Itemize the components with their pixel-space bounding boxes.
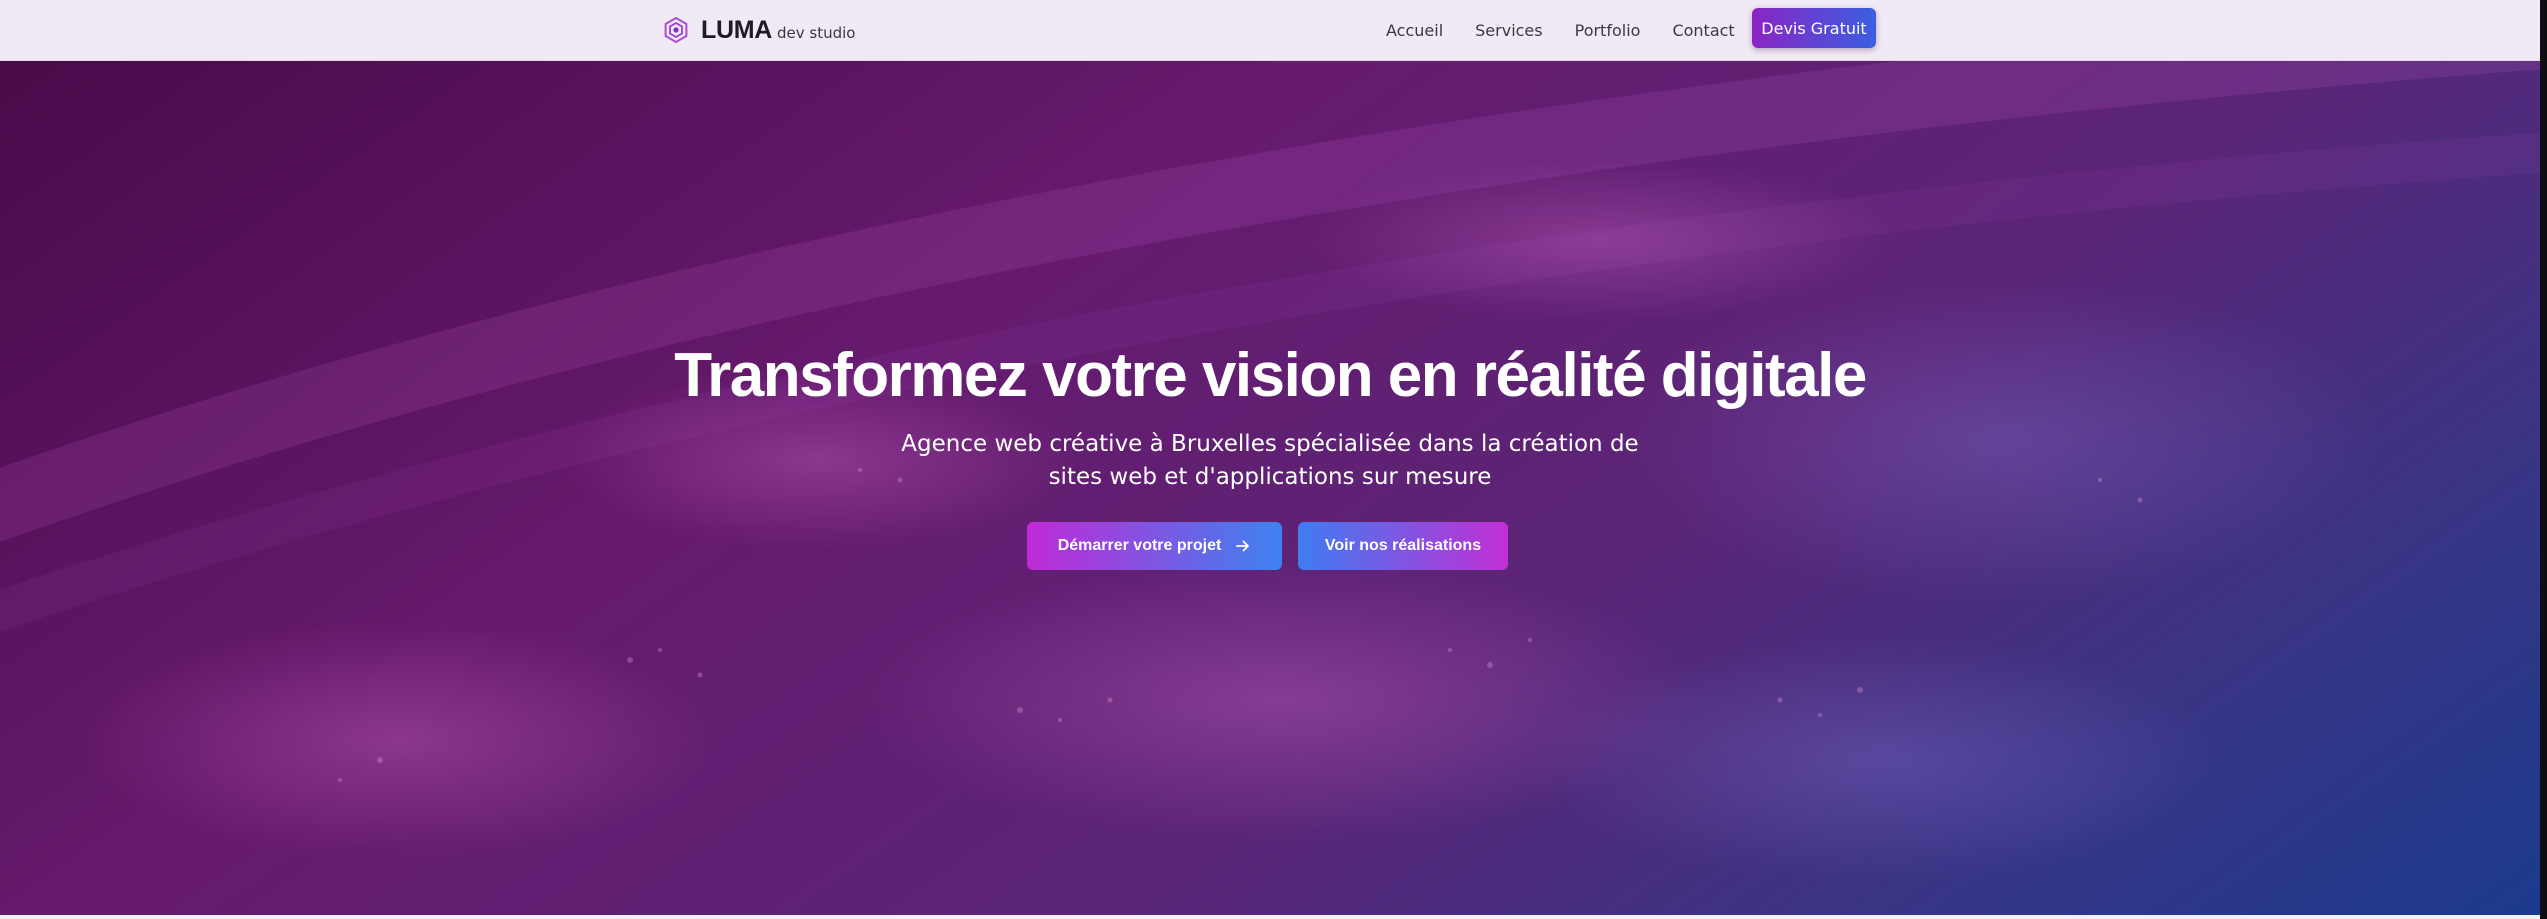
page-bottom-edge — [0, 915, 2540, 919]
hero-title: Transformez votre vision en réalité digi… — [674, 341, 1867, 410]
hero-section: Transformez votre vision en réalité digi… — [0, 60, 2540, 915]
brand[interactable]: LUMA dev studio — [663, 14, 855, 46]
brand-name: LUMA — [701, 15, 773, 44]
free-quote-button[interactable]: Devis Gratuit — [1752, 8, 1876, 48]
view-portfolio-button[interactable]: Voir nos réalisations — [1298, 522, 1508, 570]
nav-link-contact[interactable]: Contact — [1672, 21, 1734, 40]
hexagon-logo-icon — [664, 17, 688, 43]
start-project-label: Démarrer votre projet — [1057, 537, 1222, 554]
brand-subtitle: dev studio — [777, 24, 856, 42]
view-portfolio-label: Voir nos réalisations — [1324, 537, 1482, 554]
arrow-right-icon — [1236, 540, 1250, 552]
window-right-edge — [2540, 0, 2547, 919]
nav-link-portfolio[interactable]: Portfolio — [1575, 21, 1641, 40]
main-nav: Accueil Services Portfolio Contact — [1386, 0, 1735, 60]
hero-subtitle: Agence web créative à Bruxelles spéciali… — [901, 431, 1639, 490]
top-navbar: LUMA dev studio Accueil Services Portfol… — [0, 0, 2547, 61]
nav-link-services[interactable]: Services — [1475, 21, 1542, 40]
start-project-button[interactable]: Démarrer votre projet — [1027, 522, 1282, 570]
nav-link-accueil[interactable]: Accueil — [1386, 21, 1443, 40]
